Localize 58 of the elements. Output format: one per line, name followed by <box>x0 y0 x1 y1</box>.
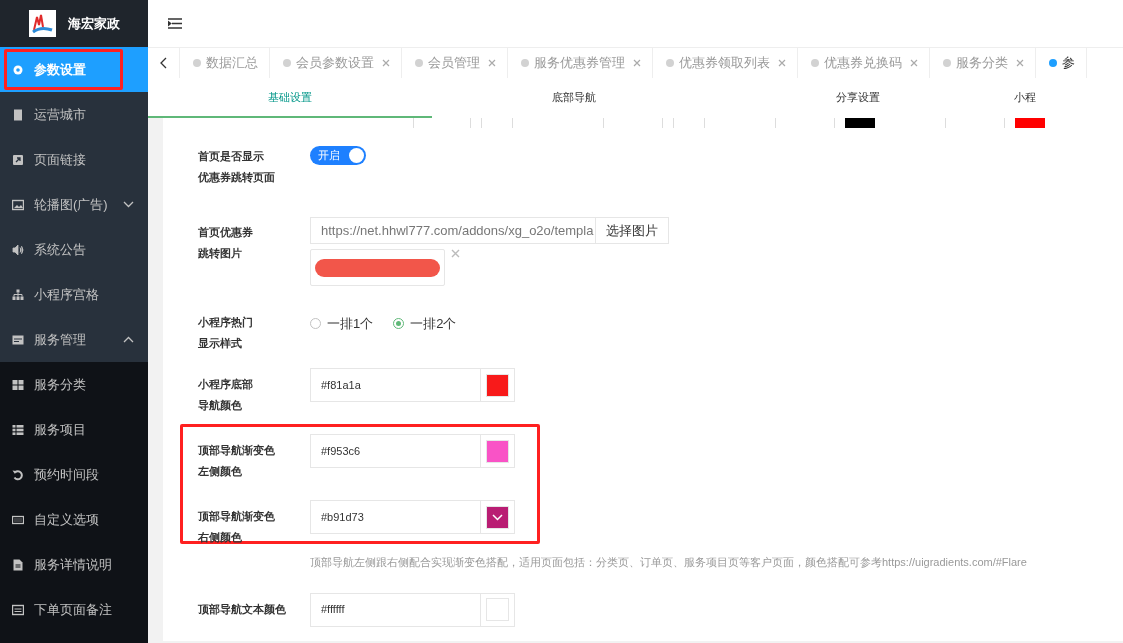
brand-name: 海宏家政 <box>68 14 120 33</box>
chevron-left-icon[interactable] <box>160 57 167 69</box>
field-label: 顶部导航文本颜色 <box>198 601 286 617</box>
sidebar-subitem[interactable]: 下单页面备注 <box>0 587 148 632</box>
sidebar-subitem[interactable]: 服务项目 <box>0 407 148 452</box>
field-label: 顶部导航渐变色 <box>198 443 275 458</box>
sidebar-subitem[interactable]: 服务分类 <box>0 362 148 407</box>
menu-item-icon <box>12 243 24 256</box>
field-label: 左侧颜色 <box>198 464 242 479</box>
close-icon[interactable] <box>910 59 918 67</box>
menu-item-icon <box>12 558 24 571</box>
close-icon[interactable] <box>1016 59 1024 67</box>
menu-item-icon <box>12 333 24 346</box>
menu-item-icon <box>12 288 24 301</box>
menu-item-icon <box>12 63 24 76</box>
sidebar-subitem[interactable]: 预约时间段 <box>0 452 148 497</box>
chevron-down-icon <box>492 513 503 521</box>
radio-option[interactable]: 一排2个 <box>393 314 457 334</box>
sidebar-subitem[interactable]: 自定义选项 <box>0 497 148 542</box>
menu-item-icon <box>12 513 24 526</box>
field-label: 优惠券跳转页面 <box>198 170 275 185</box>
sidebar-item[interactable]: 页面链接 <box>0 137 148 182</box>
hint-text: 顶部导航左侧跟右侧配合实现渐变色搭配，适用页面包括：分类页、订单页、服务项目页等客户页面，颜色搭配可参考https://uigradients.com/#Flare <box>310 555 1027 570</box>
menu-item-icon <box>12 468 24 481</box>
close-icon[interactable] <box>778 59 786 67</box>
field-label: 导航颜色 <box>198 398 242 413</box>
close-icon[interactable] <box>633 59 641 67</box>
close-icon[interactable] <box>382 59 390 67</box>
field-label: 右侧颜色 <box>198 530 242 545</box>
radio-option[interactable]: 一排1个 <box>310 314 374 334</box>
menu-item-icon <box>12 423 24 436</box>
close-icon[interactable] <box>488 59 496 67</box>
sub-tab[interactable]: 分享设置 <box>716 78 1000 118</box>
field-label: 跳转图片 <box>198 246 242 261</box>
url-field[interactable]: https://net.hhwl777.com/addons/xg_o2o/templa <box>310 217 596 244</box>
field-label: 首页优惠券 <box>198 225 253 240</box>
sidebar-item[interactable]: 系统公告 <box>0 227 148 272</box>
menu-item-icon <box>12 378 24 391</box>
menu-item-icon <box>12 603 24 616</box>
sidebar-item[interactable]: 服务管理 <box>0 317 148 362</box>
sub-tab[interactable]: 小程 <box>1000 78 1050 118</box>
field-label: 首页是否显示 <box>198 149 264 164</box>
field-label: 小程序热门 <box>198 315 253 330</box>
sub-tab[interactable]: 底部导航 <box>432 78 716 118</box>
menu-item-icon <box>12 153 24 166</box>
field-label: 顶部导航渐变色 <box>198 509 275 524</box>
field-label: 显示样式 <box>198 336 242 351</box>
sidebar-item[interactable]: 轮播图(广告) <box>0 182 148 227</box>
toggle-switch[interactable]: 开启 <box>310 146 366 165</box>
sidebar-item[interactable]: 小程序宫格 <box>0 272 148 317</box>
sidebar-subitem[interactable]: 服务详情说明 <box>0 542 148 587</box>
logo-icon <box>29 10 56 37</box>
sidebar-item[interactable]: 运营城市 <box>0 92 148 137</box>
menu-item-icon <box>12 198 24 211</box>
field-label: 小程序底部 <box>198 377 253 392</box>
menu-icon[interactable] <box>168 18 182 29</box>
menu-item-icon <box>12 108 24 121</box>
choose-image-button[interactable]: 选择图片 <box>596 217 669 244</box>
